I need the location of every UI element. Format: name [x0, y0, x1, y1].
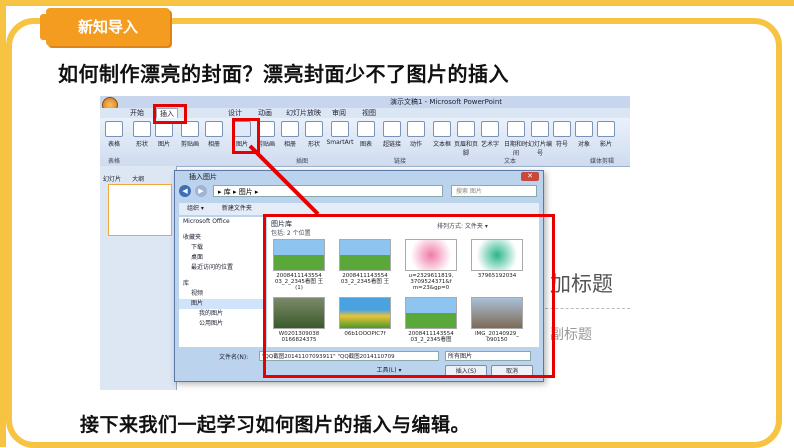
highlight-picture-button: [232, 118, 260, 154]
tree-item-favorites[interactable]: 收藏夹: [179, 233, 265, 243]
symbol-button[interactable]: 符号: [552, 121, 572, 148]
clipart-button[interactable]: 剪贴画: [180, 121, 200, 148]
folder-tree: Microsoft Office 收藏夹 下载 桌面 最近访问的位置 库 视频 …: [179, 217, 265, 347]
photo-album-button[interactable]: 相册: [280, 121, 300, 148]
highlight-insert-tab: [153, 104, 187, 124]
hyperlink-icon: [383, 121, 401, 137]
wordart-icon: [481, 121, 499, 137]
tree-item-downloads[interactable]: 下载: [179, 243, 265, 253]
search-input[interactable]: 搜索 图片: [451, 185, 537, 197]
address-bar[interactable]: ▸ 库 ▸ 图片 ▸: [213, 185, 443, 197]
dialog-nav-bar: ◀ ▶ ▸ 库 ▸ 图片 ▸ 搜索 图片: [179, 185, 539, 199]
tab-slideshow[interactable]: 幻灯片放映: [286, 108, 321, 118]
smartart-button[interactable]: SmartArt: [326, 121, 354, 146]
subtitle-placeholder[interactable]: 副标题: [550, 324, 592, 344]
shape-button-2[interactable]: 形状: [304, 121, 324, 148]
tree-item-libraries[interactable]: 库: [179, 279, 265, 289]
group-links-label: 链接: [394, 158, 407, 165]
tab-design[interactable]: 设计: [228, 108, 242, 118]
object-icon: [575, 121, 593, 137]
tree-item-my-pictures[interactable]: 我的图片: [179, 309, 265, 319]
album-button[interactable]: 相册: [204, 121, 224, 148]
shapes-button[interactable]: 形状: [132, 121, 152, 148]
movie-button[interactable]: 影片: [596, 121, 616, 148]
tab-outline[interactable]: 大纲: [129, 175, 147, 184]
filename-label: 文件名(N):: [219, 354, 249, 361]
slide-number-button[interactable]: 幻灯片编号: [528, 121, 552, 157]
tree-item-videos[interactable]: 视频: [179, 289, 265, 299]
smartart-icon: [331, 121, 349, 137]
omega-icon: [553, 121, 571, 137]
action-button[interactable]: 动作: [406, 121, 426, 148]
tab-animation[interactable]: 动画: [258, 108, 272, 118]
header-footer-button[interactable]: 页眉和页脚: [454, 121, 478, 157]
chart-button[interactable]: 图表: [356, 121, 376, 148]
title-placeholder[interactable]: 加标题: [550, 268, 613, 298]
object-button[interactable]: 对象: [574, 121, 594, 148]
action-icon: [407, 121, 425, 137]
organize-menu[interactable]: 组织 ▾: [187, 205, 204, 212]
header-footer-icon: [457, 121, 475, 137]
shape-icon-2: [305, 121, 323, 137]
tree-item-office[interactable]: Microsoft Office: [179, 217, 265, 227]
movie-icon: [597, 121, 615, 137]
tab-slides[interactable]: 幻灯片: [100, 175, 124, 184]
hyperlink-button[interactable]: 超链接: [382, 121, 402, 148]
highlight-file-area: [263, 214, 555, 378]
textbox-button[interactable]: 文本框: [432, 121, 452, 148]
close-icon[interactable]: ✕: [521, 172, 539, 181]
slide-number-icon: [531, 121, 549, 137]
ppt-window-title: 演示文稿1 - Microsoft PowerPoint: [390, 98, 503, 106]
textbox-icon: [433, 121, 451, 137]
group-text-label: 文本: [504, 158, 517, 165]
album-icon: [205, 121, 223, 137]
group-illustrations-label: 插图: [296, 158, 309, 165]
wordart-button[interactable]: 艺术字: [480, 121, 500, 148]
table-button[interactable]: 表格: [104, 121, 124, 148]
tree-item-desktop[interactable]: 桌面: [179, 253, 265, 263]
photo-album-icon: [281, 121, 299, 137]
tree-item-public-pictures[interactable]: 公用图片: [179, 319, 265, 329]
question-heading: 如何制作漂亮的封面？漂亮封面少不了图片的插入: [58, 62, 509, 86]
datetime-button[interactable]: 日期和时间: [504, 121, 528, 157]
tab-home[interactable]: 开始: [130, 108, 144, 118]
ribbon: 表格 形状 图片 剪贴画 相册 图片 剪贴画 相册 形状 SmartArt 图表…: [100, 118, 630, 167]
tab-view[interactable]: 视图: [362, 108, 376, 118]
top-frame-bar: [0, 0, 794, 6]
tree-item-pictures[interactable]: 图片: [179, 299, 265, 309]
section-badge: 新知导入: [46, 8, 170, 46]
tab-review[interactable]: 审阅: [332, 108, 346, 118]
slide-thumbnail[interactable]: [108, 184, 172, 236]
datetime-icon: [507, 121, 525, 137]
chart-icon: [357, 121, 375, 137]
picture-button[interactable]: 图片: [154, 121, 174, 148]
group-table-label: 表格: [108, 158, 121, 165]
back-arrow-icon[interactable]: ◀: [179, 185, 191, 197]
new-folder-button[interactable]: 新建文件夹: [222, 205, 252, 212]
forward-arrow-icon[interactable]: ▶: [195, 185, 207, 197]
table-icon: [105, 121, 123, 137]
tree-item-recent[interactable]: 最近访问的位置: [179, 263, 265, 273]
footer-text: 接下来我们一起学习如何图片的插入与编辑。: [80, 414, 471, 436]
shapes-icon: [133, 121, 151, 137]
group-media-label: 媒体剪辑: [590, 158, 615, 165]
dialog-title: 插入图片: [189, 173, 217, 181]
